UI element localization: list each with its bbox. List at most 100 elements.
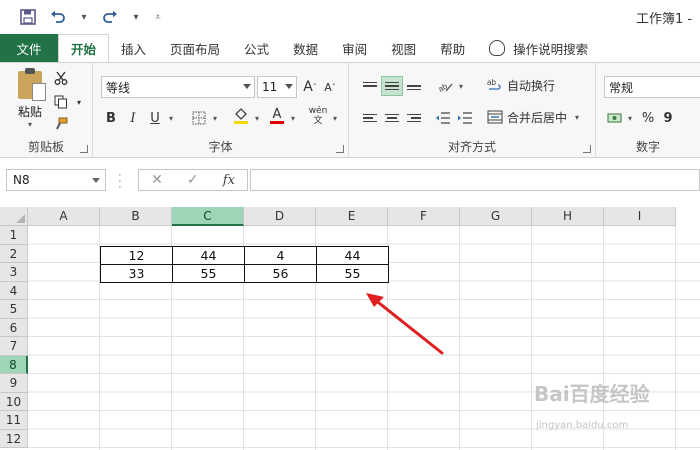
row-header-11[interactable]: 11: [0, 411, 28, 430]
cut-icon[interactable]: [52, 69, 70, 87]
comma-style-button[interactable]: 9: [662, 108, 674, 128]
cell-e2[interactable]: 44: [316, 245, 389, 265]
row-header-9[interactable]: 9: [0, 374, 28, 393]
increase-indent-icon[interactable]: [455, 108, 475, 128]
format-painter-icon[interactable]: [52, 115, 70, 133]
row-header-10[interactable]: 10: [0, 392, 28, 411]
font-group: 等线 11 Aˆ Aˇ B I U ▾ ▾ ▾ A ▾ wén 文 ▾ 字体: [93, 63, 349, 158]
cell-e3[interactable]: 55: [316, 264, 389, 283]
font-name-select[interactable]: 等线: [101, 76, 255, 98]
select-all-button[interactable]: [0, 207, 28, 226]
tab-file[interactable]: 文件: [0, 34, 58, 62]
column-header-h[interactable]: H: [532, 207, 604, 226]
font-color-button[interactable]: A: [267, 106, 287, 126]
cell-b2[interactable]: 12: [100, 245, 173, 265]
name-box-dropdown-icon[interactable]: [92, 178, 100, 183]
tab-view[interactable]: 视图: [379, 34, 428, 62]
row-header-4[interactable]: 4: [0, 281, 28, 300]
underline-button[interactable]: U: [147, 108, 163, 128]
align-center-icon[interactable]: [381, 108, 403, 128]
insert-function-icon[interactable]: fx: [223, 173, 235, 188]
underline-dropdown-icon[interactable]: ▾: [165, 108, 175, 128]
cell-c3[interactable]: 55: [172, 264, 245, 283]
row-header-7[interactable]: 7: [0, 337, 28, 356]
accounting-dropdown-icon[interactable]: ▾: [624, 108, 634, 128]
orientation-icon[interactable]: ab: [435, 76, 455, 96]
row-header-2[interactable]: 2: [0, 244, 28, 263]
font-launcher-icon[interactable]: [336, 145, 344, 153]
redo-icon[interactable]: [100, 7, 120, 27]
font-size-select[interactable]: 11: [257, 76, 297, 98]
borders-dropdown-icon[interactable]: ▾: [209, 108, 219, 128]
tab-data[interactable]: 数据: [281, 34, 330, 62]
cancel-icon[interactable]: ✕: [151, 172, 163, 188]
merge-center-button[interactable]: 合并后居中 ▾: [487, 107, 587, 127]
alignment-launcher-icon[interactable]: [583, 145, 591, 153]
row-header-12[interactable]: 12: [0, 429, 28, 448]
accounting-format-icon[interactable]: [606, 108, 624, 128]
paste-dropdown-icon[interactable]: ▾: [12, 120, 48, 129]
font-name-value: 等线: [106, 80, 131, 95]
undo-icon[interactable]: [48, 7, 68, 27]
redo-dropdown-icon[interactable]: ▾: [130, 7, 142, 27]
shrink-font-button[interactable]: Aˇ: [321, 77, 339, 97]
copy-icon[interactable]: [52, 93, 70, 111]
tab-help[interactable]: 帮助: [428, 34, 477, 62]
column-header-i[interactable]: I: [604, 207, 676, 226]
fill-color-icon[interactable]: [231, 106, 251, 126]
cell-d2[interactable]: 4: [244, 245, 317, 265]
decrease-indent-icon[interactable]: [433, 108, 453, 128]
column-header-b[interactable]: B: [100, 207, 172, 226]
row-header-8[interactable]: 8: [0, 355, 28, 374]
column-header-f[interactable]: F: [388, 207, 460, 226]
font-color-dropdown-icon[interactable]: ▾: [287, 108, 297, 128]
italic-button[interactable]: I: [125, 108, 141, 128]
column-header-e[interactable]: E: [316, 207, 388, 226]
orientation-dropdown-icon[interactable]: ▾: [455, 76, 465, 96]
phonetic-guide-button[interactable]: wén 文: [307, 106, 329, 126]
bold-button[interactable]: B: [103, 108, 119, 128]
row-header-1[interactable]: 1: [0, 226, 28, 245]
tab-review[interactable]: 审阅: [330, 34, 379, 62]
name-box[interactable]: N8: [6, 169, 106, 191]
merge-center-icon: [487, 110, 503, 124]
cell-b3[interactable]: 33: [100, 264, 173, 283]
align-left-icon[interactable]: [359, 108, 381, 128]
row-header-6[interactable]: 6: [0, 318, 28, 337]
row-header-5[interactable]: 5: [0, 300, 28, 319]
fill-color-dropdown-icon[interactable]: ▾: [251, 108, 261, 128]
column-header-a[interactable]: A: [28, 207, 100, 226]
top-align-icon[interactable]: [359, 76, 381, 96]
phonetic-dropdown-icon[interactable]: ▾: [329, 108, 339, 128]
merge-center-dropdown-icon[interactable]: ▾: [575, 113, 579, 122]
align-right-icon[interactable]: [403, 108, 425, 128]
tab-formulas[interactable]: 公式: [232, 34, 281, 62]
copy-dropdown-icon[interactable]: ▾: [70, 93, 88, 111]
undo-dropdown-icon[interactable]: ▾: [78, 7, 90, 27]
save-icon[interactable]: [18, 7, 38, 27]
tell-me-search[interactable]: 操作说明搜索: [477, 34, 600, 62]
number-format-select[interactable]: 常规: [604, 76, 700, 98]
enter-icon[interactable]: ✓: [187, 172, 199, 188]
borders-icon[interactable]: [189, 108, 209, 128]
tab-page-layout[interactable]: 页面布局: [158, 34, 232, 62]
column-header-d[interactable]: D: [244, 207, 316, 226]
tab-home[interactable]: 开始: [58, 34, 110, 62]
percent-style-button[interactable]: %: [640, 108, 656, 128]
formula-input[interactable]: [250, 169, 700, 191]
grow-font-button[interactable]: Aˆ: [301, 77, 319, 97]
customize-icon[interactable]: ⩡: [152, 7, 164, 27]
column-header-g[interactable]: G: [460, 207, 532, 226]
cell-c2[interactable]: 44: [172, 245, 245, 265]
clipboard-launcher-icon[interactable]: [80, 145, 88, 153]
middle-align-icon[interactable]: [381, 76, 403, 96]
paste-button[interactable]: 粘贴 ▾: [12, 68, 48, 129]
wrap-text-button[interactable]: ab 自动换行: [487, 75, 577, 95]
tab-insert[interactable]: 插入: [109, 34, 158, 62]
row-header-3[interactable]: 3: [0, 263, 28, 282]
bottom-align-icon[interactable]: [403, 76, 425, 96]
formula-bar-resize-icon[interactable]: · · ·: [118, 169, 122, 193]
wrap-text-icon: ab: [487, 78, 501, 90]
cell-d3[interactable]: 56: [244, 264, 317, 283]
column-header-c[interactable]: C: [172, 207, 244, 226]
